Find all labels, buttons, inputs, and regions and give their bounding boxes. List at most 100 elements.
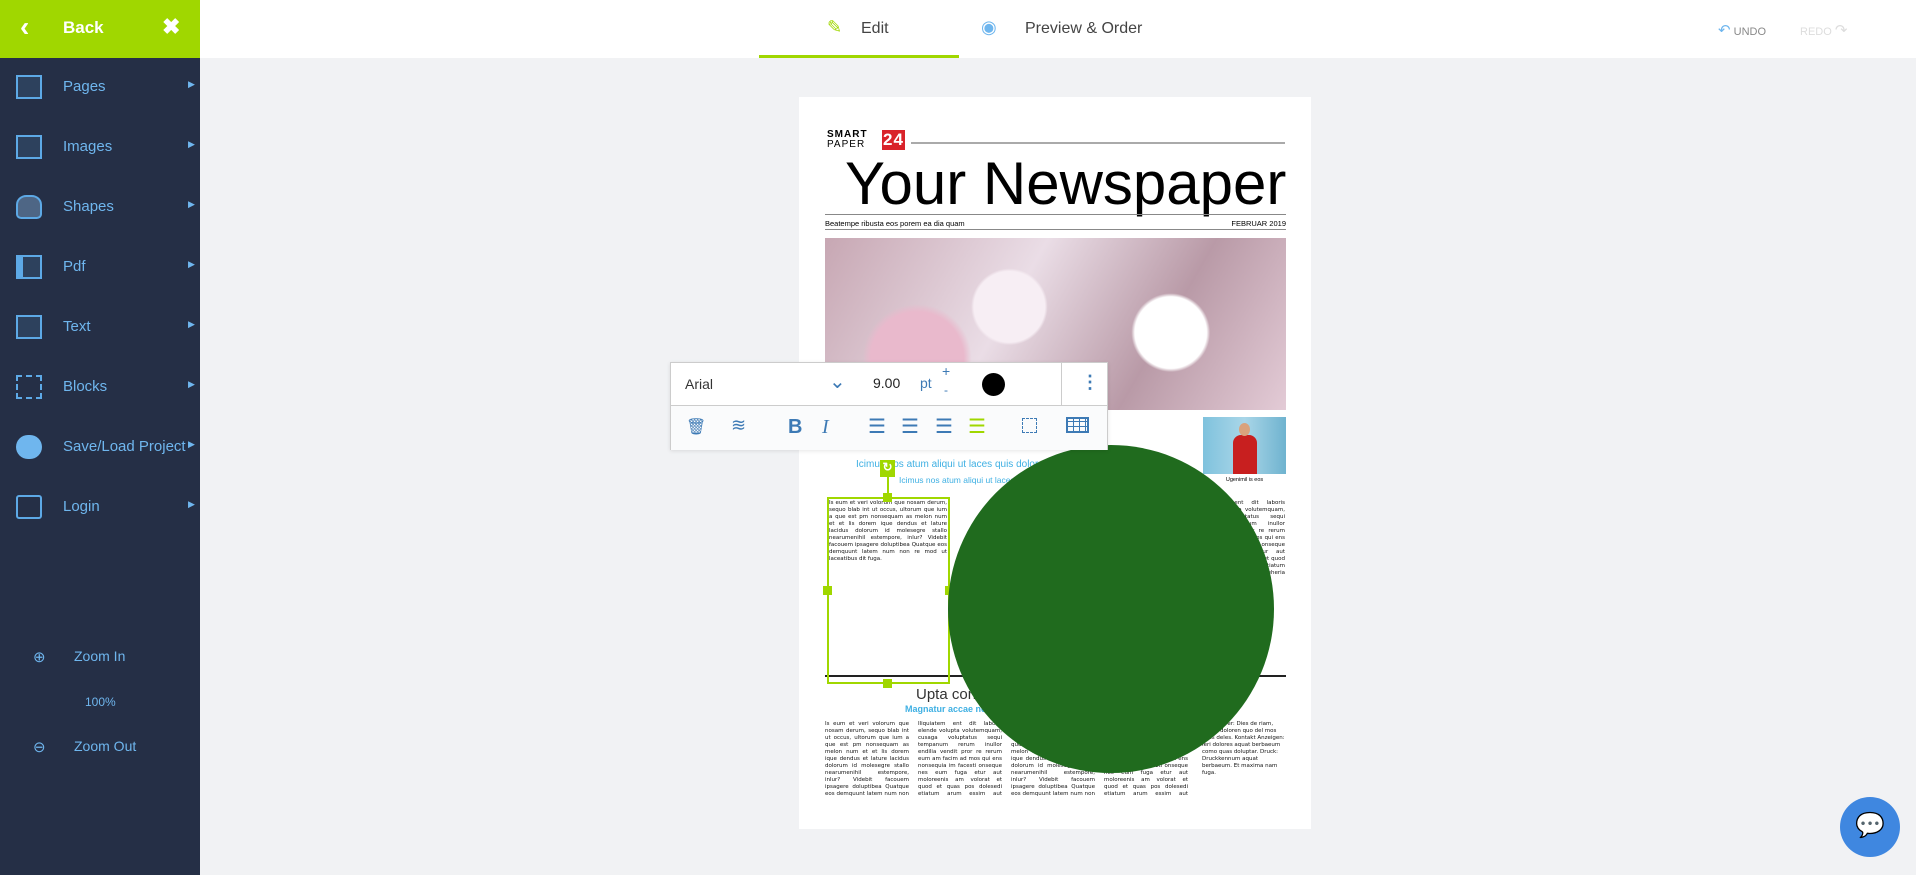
toolbar-row: 🗑 ≋ B I ☰ ☰ ☰ ☰ [671, 405, 1107, 450]
font-size-input[interactable]: 9.00 [873, 375, 900, 391]
pentagon-icon [16, 195, 42, 219]
text-column[interactable]: Iliquiatem ent dit laboris elende volupt… [918, 721, 1002, 798]
bold-button[interactable]: B [788, 416, 802, 439]
divider [911, 142, 1285, 144]
text-column[interactable]: Is eum et veri volorum que nosam derum, … [825, 721, 909, 798]
frame-icon[interactable] [1022, 418, 1037, 433]
subheadline[interactable]: Icimus nos atum aliqui ut laces [899, 475, 1015, 485]
align-center-icon[interactable]: ☰ [901, 414, 919, 439]
text-toolbar: Arial ⌄ 9.00 pt + - ⋮ 🗑 ≋ B I ☰ ☰ ☰ ☰ [670, 362, 1108, 450]
sidebar-item-label: Pdf [63, 258, 86, 275]
login-icon [16, 495, 42, 519]
color-picker[interactable] [982, 373, 1005, 396]
sidebar-item-login[interactable]: Login ▶ [0, 482, 200, 532]
chevron-down-icon[interactable]: ⌄ [829, 369, 846, 394]
zoom-in-label: Zoom In [74, 648, 126, 664]
caret-right-icon: ▶ [188, 259, 195, 269]
subline-text: Beatempe ribusta eos porem ea dia quam [825, 219, 965, 228]
subheadline[interactable]: Magnatur accae no [905, 704, 987, 714]
align-justify-icon[interactable]: ☰ [968, 414, 986, 439]
caret-right-icon: ▶ [188, 199, 195, 209]
zoom-level-value: 100% [85, 695, 116, 709]
zoom-out-label: Zoom Out [74, 738, 137, 754]
tab-edit[interactable]: ✎ Edit [759, 0, 959, 58]
cloud-download-icon [16, 435, 42, 459]
font-size-unit: pt [920, 375, 932, 391]
sidebar-item-label: Shapes [63, 198, 114, 215]
chat-icon: 💬 [1855, 812, 1885, 839]
close-icon[interactable]: ✖ [162, 14, 180, 40]
layers-icon[interactable]: ≋ [731, 415, 746, 436]
redo-button[interactable]: REDO ↷ [1800, 21, 1847, 39]
trash-icon[interactable]: 🗑 [686, 417, 706, 437]
newspaper-page[interactable]: SMART PAPER 24 Your Newspaper Beatempe ri… [799, 97, 1311, 829]
redo-label: REDO [1800, 26, 1832, 38]
resize-handle-left[interactable] [823, 586, 832, 595]
sidebar-item-shapes[interactable]: Shapes ▶ [0, 182, 200, 232]
sidebar-item-label: Text [63, 318, 91, 335]
sidebar-item-label: Save/Load Project [63, 438, 186, 455]
size-decrease-button[interactable]: - [944, 383, 948, 397]
chat-button[interactable]: 💬 [1840, 797, 1900, 857]
undo-icon: ↶ [1718, 22, 1731, 39]
caret-right-icon: ▶ [188, 439, 195, 449]
sidebar-item-label: Pages [63, 78, 106, 95]
resize-handle-top[interactable] [883, 493, 892, 502]
man-photo[interactable] [1203, 417, 1286, 474]
top-bar: ✎ Edit ◉ Preview & Order ↶ UNDO REDO ↷ [200, 0, 1916, 58]
font-select[interactable]: Arial [685, 376, 713, 392]
redo-icon: ↷ [1834, 22, 1848, 39]
pdf-icon [16, 255, 42, 279]
sidebar-item-images[interactable]: Images ▶ [0, 122, 200, 172]
photo-head [1239, 423, 1250, 436]
zoom-in-icon: ⊕ [33, 649, 46, 666]
green-circle-shape[interactable] [948, 445, 1274, 773]
caret-right-icon: ▶ [188, 319, 195, 329]
sidebar-item-label: Images [63, 138, 113, 155]
caret-right-icon: ▶ [188, 79, 195, 89]
subline: Beatempe ribusta eos porem ea dia quam FE… [825, 214, 1286, 230]
divider [1061, 363, 1062, 405]
caret-right-icon: ▶ [188, 499, 195, 509]
tab-preview-order[interactable]: ◉ Preview & Order [959, 0, 1169, 58]
undo-label: UNDO [1733, 26, 1767, 38]
tab-label: Edit [861, 20, 889, 37]
text-icon [16, 315, 42, 339]
eye-icon: ◉ [981, 17, 997, 37]
more-options-icon[interactable]: ⋮ [1081, 372, 1099, 393]
sidebar: ‹ Back ✖ Pages ▶ Images ▶ Shapes ▶ Pdf ▶ Tex… [0, 0, 200, 875]
undo-button[interactable]: ↶ UNDO [1718, 21, 1766, 39]
resize-handle-bottom[interactable] [883, 679, 892, 688]
caret-right-icon: ▶ [188, 139, 195, 149]
sidebar-item-pdf[interactable]: Pdf ▶ [0, 242, 200, 292]
zoom-out-icon: ⊖ [33, 739, 46, 756]
photo-figure [1233, 435, 1257, 474]
blocks-icon [16, 375, 42, 399]
sidebar-item-label: Blocks [63, 378, 108, 395]
sidebar-item-save-load[interactable]: Save/Load Project ▶ [0, 422, 200, 472]
chevron-left-icon: ‹ [20, 11, 30, 42]
date-text: FEBRUAR 2019 [1231, 219, 1286, 228]
selection-frame[interactable] [827, 497, 950, 684]
caret-right-icon: ▶ [188, 379, 195, 389]
align-right-icon[interactable]: ☰ [935, 414, 953, 439]
back-label: Back [63, 18, 104, 37]
italic-button[interactable]: I [822, 416, 829, 439]
newspaper-title[interactable]: Your Newspaper [845, 152, 1286, 216]
size-increase-button[interactable]: + [942, 363, 950, 379]
table-icon[interactable] [1066, 417, 1089, 433]
back-button[interactable]: ‹ Back ✖ [0, 0, 200, 58]
tab-label: Preview & Order [1025, 20, 1143, 37]
sidebar-item-pages[interactable]: Pages ▶ [0, 62, 200, 112]
logo-number: 24 [882, 130, 905, 150]
rotate-icon[interactable]: ↻ [880, 460, 895, 477]
rotation-line [887, 477, 889, 494]
sidebar-item-blocks[interactable]: Blocks ▶ [0, 362, 200, 412]
align-left-icon[interactable]: ☰ [868, 414, 886, 439]
pages-icon [16, 75, 42, 99]
sidebar-item-text[interactable]: Text ▶ [0, 302, 200, 352]
pencil-icon: ✎ [827, 17, 843, 37]
sidebar-item-label: Login [63, 498, 100, 515]
logo: SMART PAPER 24 [827, 130, 905, 150]
logo-text: PAPER [827, 139, 866, 150]
